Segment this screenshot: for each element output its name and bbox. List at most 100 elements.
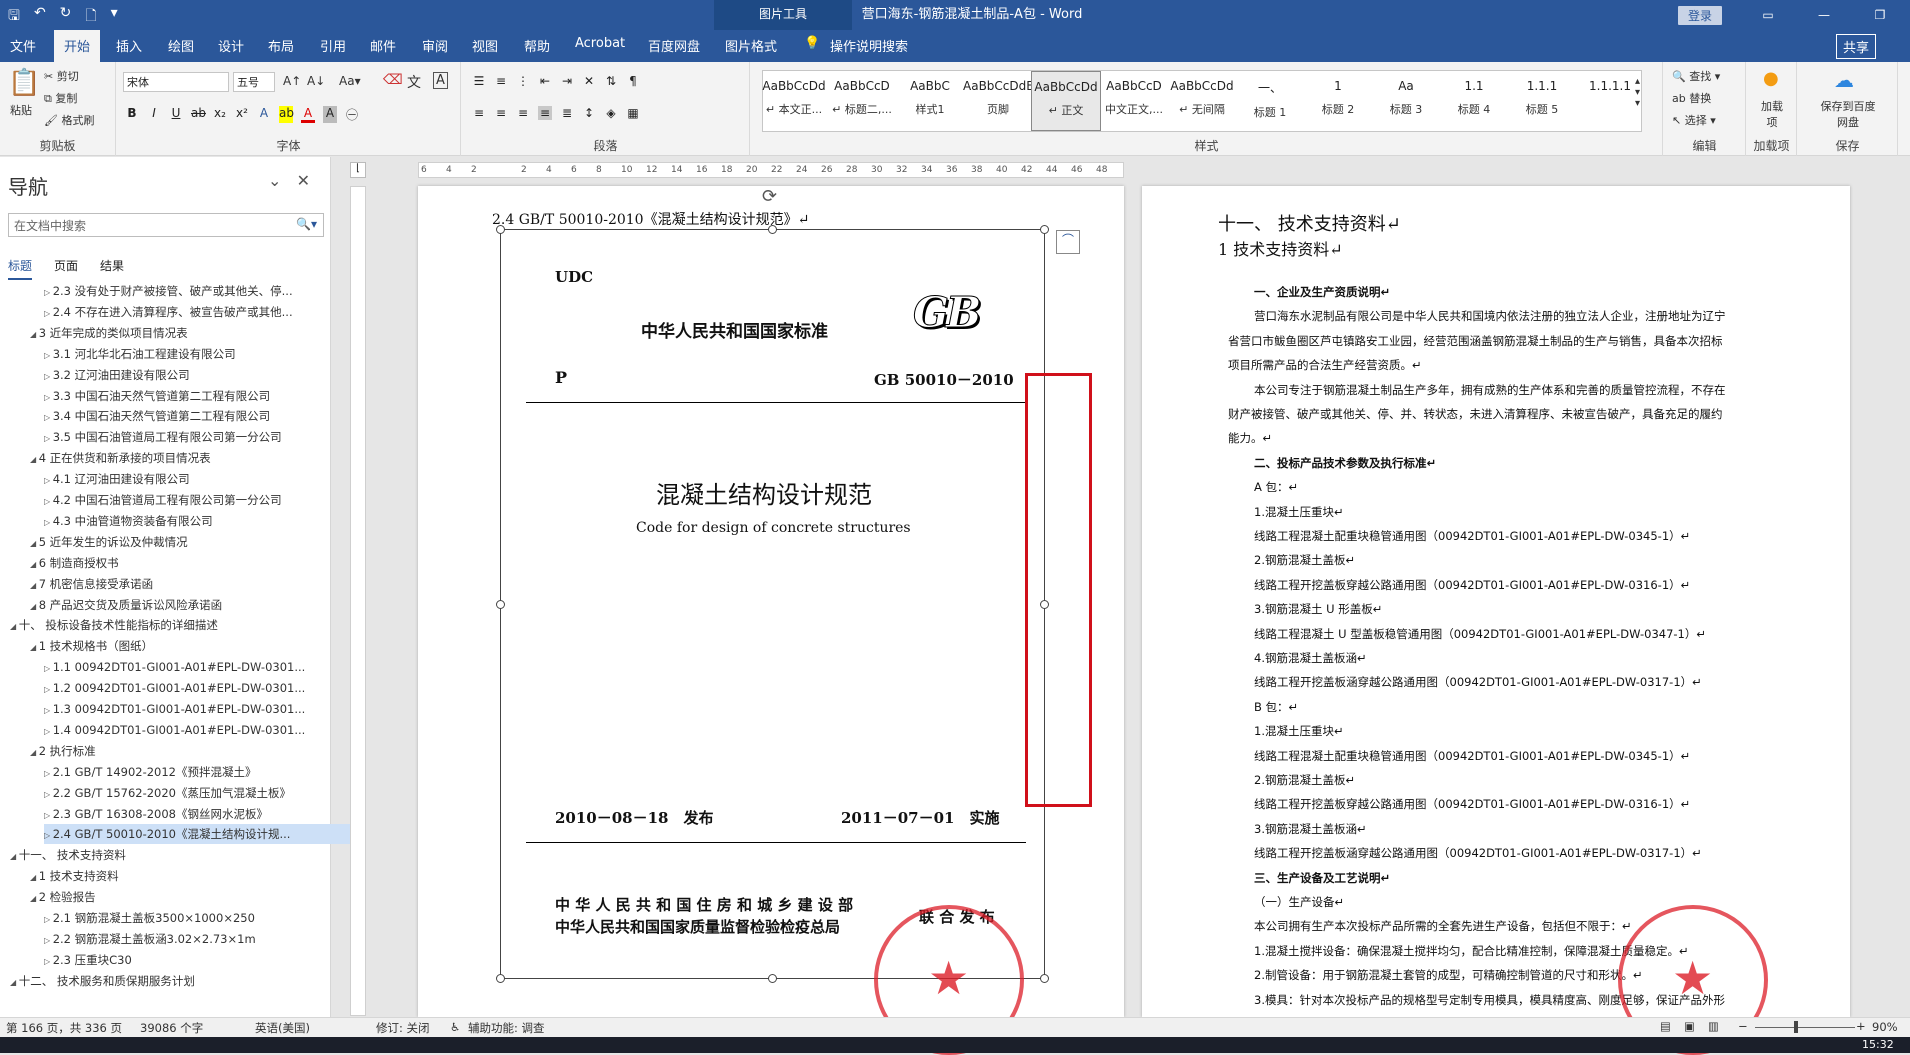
numbering-icon[interactable]: ≡ xyxy=(494,74,508,88)
addins-button[interactable]: 加载项 xyxy=(1756,98,1788,130)
nav-heading-item[interactable]: ▷ 3.2 辽河油田建设有限公司 xyxy=(44,365,354,385)
collapse-arrow-icon[interactable]: ▷ xyxy=(44,811,53,820)
decrease-indent-icon[interactable]: ⇤ xyxy=(538,74,552,88)
customize-qat-icon[interactable]: ▾ xyxy=(111,5,118,29)
char-border-icon[interactable]: A xyxy=(433,72,448,89)
restore-icon[interactable]: ❐ xyxy=(1852,0,1908,30)
tab-insert[interactable]: 插入 xyxy=(116,36,142,55)
nav-heading-item[interactable]: ◢ 8 产品迟交货及质量诉讼风险承诺函 xyxy=(30,595,340,615)
format-painter-button[interactable]: 🖌 格式刷 xyxy=(44,112,94,128)
tab-baidu-netdisk[interactable]: 百度网盘 xyxy=(648,36,700,55)
font-name-select[interactable]: 宋体 xyxy=(123,72,229,92)
body-paragraph-line[interactable]: 2.钢筋混凝土盖板↵ xyxy=(1254,552,1355,568)
highlight-icon[interactable]: ab xyxy=(279,106,294,123)
style-item[interactable]: AaBbCcD 中文正文,... xyxy=(1099,71,1169,131)
page-count[interactable]: 第 166 页，共 336 页 xyxy=(6,1020,122,1036)
save-to-baidu-button[interactable]: 保存到百度网盘 xyxy=(1816,98,1880,130)
zoom-level[interactable]: 90% xyxy=(1872,1020,1898,1034)
collapse-arrow-icon[interactable]: ▷ xyxy=(44,372,53,381)
tab-picture-format[interactable]: 图片格式 xyxy=(725,36,777,55)
nav-heading-item[interactable]: ▷ 1.1 00942DT01-GI001-A01#EPL-DW-0301... xyxy=(44,657,354,677)
tab-layout[interactable]: 布局 xyxy=(268,36,294,55)
font-color-icon[interactable]: A xyxy=(301,106,315,123)
expand-arrow-icon[interactable]: ◢ xyxy=(30,581,39,590)
gallery-scroll-icon[interactable]: ▴ ▾ ▾ xyxy=(1635,76,1640,109)
body-paragraph-line[interactable]: 财产被接管、破产或其他关、停、并、转状态，未进入清算程序、未被宣告破产，具备充足… xyxy=(1228,406,1723,422)
resize-handle[interactable] xyxy=(496,974,505,983)
share-button[interactable]: 共享 xyxy=(1836,34,1877,59)
paste-button[interactable]: 粘贴 xyxy=(10,102,32,118)
addins-icon[interactable]: ● xyxy=(1763,68,1779,89)
nav-heading-item[interactable]: ▷ 3.5 中国石油管道局工程有限公司第一分公司 xyxy=(44,427,354,447)
nav-heading-item[interactable]: ▷ 1.3 00942DT01-GI001-A01#EPL-DW-0301... xyxy=(44,699,354,719)
body-paragraph-line[interactable]: 三、生产设备及工艺说明↵ xyxy=(1254,870,1390,886)
nav-heading-item[interactable]: ◢ 十二、 技术服务和质保期服务计划 xyxy=(10,971,320,991)
language[interactable]: 英语(美国) xyxy=(255,1020,310,1036)
body-paragraph-line[interactable]: 省营口市鲅鱼圈区芦屯镇路安工业园，经营范围涵盖钢筋混凝土制品的生产与销售，具备本… xyxy=(1228,333,1723,349)
nav-heading-item[interactable]: ◢ 十、 投标设备技术性能指标的详细描述 xyxy=(10,615,320,635)
collapse-arrow-icon[interactable]: ▷ xyxy=(44,915,53,924)
nav-heading-item[interactable]: ▷ 2.2 GB/T 15762-2020《蒸压加气混凝土板》 xyxy=(44,783,354,803)
resize-handle[interactable] xyxy=(768,225,777,234)
tell-me-search[interactable]: 操作说明搜索 xyxy=(830,36,908,55)
paste-icon[interactable]: 📋 xyxy=(8,68,40,98)
nav-heading-item[interactable]: ▷ 4.2 中国石油管道局工程有限公司第一分公司 xyxy=(44,490,354,510)
style-item[interactable]: 一、 标题 1 xyxy=(1235,71,1305,131)
body-paragraph-line[interactable]: 线路工程混凝土 U 型盖板稳管通用图（00942DT01-GI001-A01#E… xyxy=(1254,626,1706,642)
increase-indent-icon[interactable]: ⇥ xyxy=(560,74,574,88)
expand-arrow-icon[interactable]: ◢ xyxy=(30,873,39,882)
body-paragraph-line[interactable]: 1.混凝土压重块↵ xyxy=(1254,504,1344,520)
tab-draw[interactable]: 绘图 xyxy=(168,36,194,55)
style-item[interactable]: AaBbCcDd ↵ 正文 xyxy=(1031,71,1101,131)
collapse-arrow-icon[interactable]: ▷ xyxy=(44,309,53,318)
collapse-arrow-icon[interactable]: ▷ xyxy=(44,831,53,840)
login-button[interactable]: 登录 xyxy=(1678,6,1723,25)
body-paragraph-line[interactable]: 项目所需产品的合法生产经营资质。↵ xyxy=(1228,357,1422,373)
style-item[interactable]: Aa 标题 3 xyxy=(1371,71,1441,131)
replace-button[interactable]: ab 替换 xyxy=(1672,90,1711,106)
collapse-arrow-icon[interactable]: ▷ xyxy=(44,476,53,485)
nav-heading-item[interactable]: ◢ 4 正在供货和新承接的项目情况表 xyxy=(30,448,340,468)
nav-heading-item[interactable]: ▷ 2.1 钢筋混凝土盖板3500×1000×250 xyxy=(44,908,354,928)
body-paragraph-line[interactable]: 一、企业及生产资质说明↵ xyxy=(1254,284,1390,300)
print-layout-icon[interactable]: ▣ xyxy=(1684,1019,1695,1033)
change-case-icon[interactable]: Aa▾ xyxy=(339,74,361,88)
underline-icon[interactable]: U xyxy=(169,106,183,123)
expand-arrow-icon[interactable]: ◢ xyxy=(30,455,39,464)
nav-heading-item[interactable]: ▷ 3.1 河北华北石油工程建设有限公司 xyxy=(44,344,354,364)
word-count[interactable]: 39086 个字 xyxy=(140,1020,203,1036)
nav-heading-item[interactable]: ◢ 3 近年完成的类似项目情况表 xyxy=(30,323,340,343)
new-doc-icon[interactable]: 🗋 xyxy=(85,5,96,29)
vertical-ruler[interactable] xyxy=(350,186,366,1016)
redo-icon[interactable]: ↻ xyxy=(60,5,72,29)
find-button[interactable]: 🔍 查找 ▾ xyxy=(1672,68,1720,84)
style-item[interactable]: 1 标题 2 xyxy=(1303,71,1373,131)
style-item[interactable]: AaBbCcDd ↵ 本文正... xyxy=(759,71,829,131)
collapse-arrow-icon[interactable]: ▷ xyxy=(44,769,53,778)
copy-button[interactable]: ⧉ 复制 xyxy=(44,90,77,106)
nav-heading-item[interactable]: ▷ 3.3 中国石油天然气管道第二工程有限公司 xyxy=(44,386,354,406)
enclose-char-icon[interactable]: ㊀ xyxy=(345,106,359,123)
save-icon[interactable]: 🖫 xyxy=(8,5,20,29)
shading-icon[interactable]: ◈ xyxy=(604,106,618,120)
rotate-handle-icon[interactable]: ⟳ xyxy=(762,186,777,207)
font-size-select[interactable]: 五号 xyxy=(233,72,275,92)
ribbon-display-icon[interactable]: ▭ xyxy=(1740,0,1796,30)
nav-heading-item[interactable]: ◢ 1 技术支持资料 xyxy=(30,866,340,886)
body-paragraph-line[interactable]: 二、投标产品技术参数及执行标准↵ xyxy=(1254,455,1436,471)
body-paragraph-line[interactable]: 本公司专注于钢筋混凝土制品生产多年，拥有成熟的生产体系和完善的质量管控流程，不存… xyxy=(1254,382,1726,398)
horizontal-ruler[interactable]: 6 4 2 2 4 6 8 10 12 14 16 18 20 22 24 26 28 30 32 34 36 38 40 4… xyxy=(418,162,1124,178)
resize-handle[interactable] xyxy=(1040,225,1049,234)
expand-arrow-icon[interactable]: ◢ xyxy=(30,894,39,903)
align-right-icon[interactable]: ≡ xyxy=(516,106,530,120)
nav-heading-item[interactable]: ◢ 7 机密信息接受承诺函 xyxy=(30,574,340,594)
shrink-font-icon[interactable]: A↓ xyxy=(307,74,325,88)
expand-arrow-icon[interactable]: ◢ xyxy=(30,602,39,611)
show-marks-icon[interactable]: ¶ xyxy=(626,74,640,88)
cut-button[interactable]: ✂ 剪切 xyxy=(44,68,79,84)
accessibility-status[interactable]: 辅助功能: 调查 xyxy=(468,1020,545,1036)
tab-file[interactable]: 文件 xyxy=(10,36,36,55)
subscript-icon[interactable]: x₂ xyxy=(213,106,227,123)
line-spacing-icon[interactable]: ↕ xyxy=(582,106,596,120)
strikethrough-icon[interactable]: ab xyxy=(191,106,206,123)
